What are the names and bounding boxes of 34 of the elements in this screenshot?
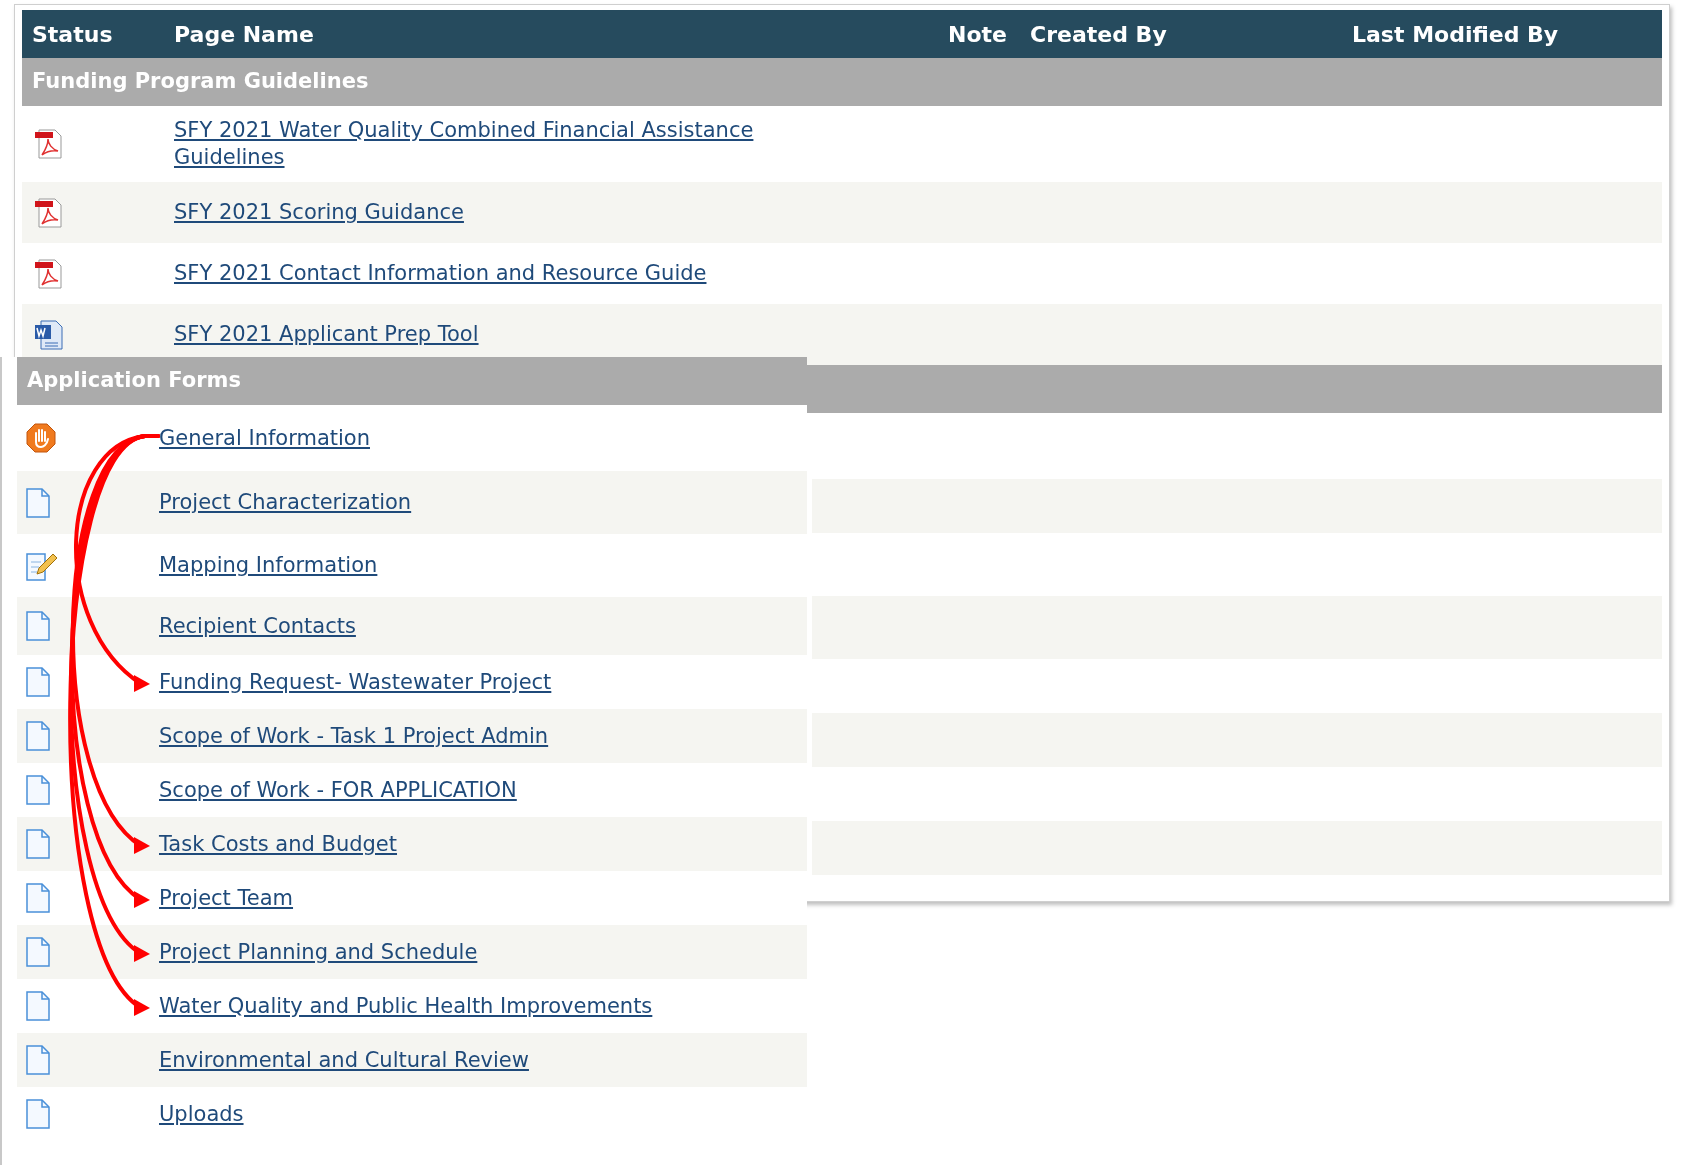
section-title: Application Forms [27, 367, 241, 395]
page-link[interactable]: General Information [159, 424, 370, 452]
column-header: Last Modified By [1352, 20, 1559, 49]
blank-page-icon [25, 1044, 51, 1076]
blank-page-icon [25, 774, 51, 806]
blank-page-icon [25, 720, 51, 752]
blank-page-icon [25, 610, 51, 642]
page-link[interactable]: Recipient Contacts [159, 612, 356, 640]
stop-hand-icon [25, 422, 57, 454]
page-link[interactable]: Mapping Information [159, 552, 378, 579]
page-link[interactable]: SFY 2021 Scoring Guidance [174, 199, 774, 226]
blank-page-icon [25, 882, 51, 914]
blank-page-icon [25, 990, 51, 1022]
page-link[interactable]: Project Team [159, 884, 294, 912]
column-header: Note [948, 20, 1007, 49]
blank-page-icon [25, 936, 51, 968]
page-link[interactable]: Task Costs and Budget [159, 830, 397, 858]
word-file-icon [32, 317, 66, 352]
blank-page-icon [25, 828, 51, 860]
blank-page-icon [25, 1098, 51, 1130]
page-link[interactable]: Scope of Work - FOR APPLICATION [159, 776, 517, 804]
column-header: Status [32, 20, 113, 49]
page-link[interactable]: Uploads [159, 1100, 244, 1128]
page-link[interactable]: SFY 2021 Water Quality Combined Financial Assistance Guidelines [174, 117, 774, 171]
column-header: Page Name [174, 20, 314, 49]
blank-page-icon [25, 666, 51, 698]
page-link[interactable]: Funding Request- Wastewater Project [159, 668, 552, 696]
page-link[interactable]: SFY 2021 Applicant Prep Tool [174, 321, 774, 348]
column-header: Created By [1030, 20, 1167, 49]
page-link[interactable]: Project Characterization [159, 489, 412, 516]
page-link[interactable]: Water Quality and Public Health Improvements [159, 992, 653, 1020]
page-link[interactable]: SFY 2021 Contact Information and Resource Guide [174, 260, 774, 287]
blank-page-icon [25, 486, 51, 519]
section-title: Funding Program Guidelines [32, 68, 369, 96]
